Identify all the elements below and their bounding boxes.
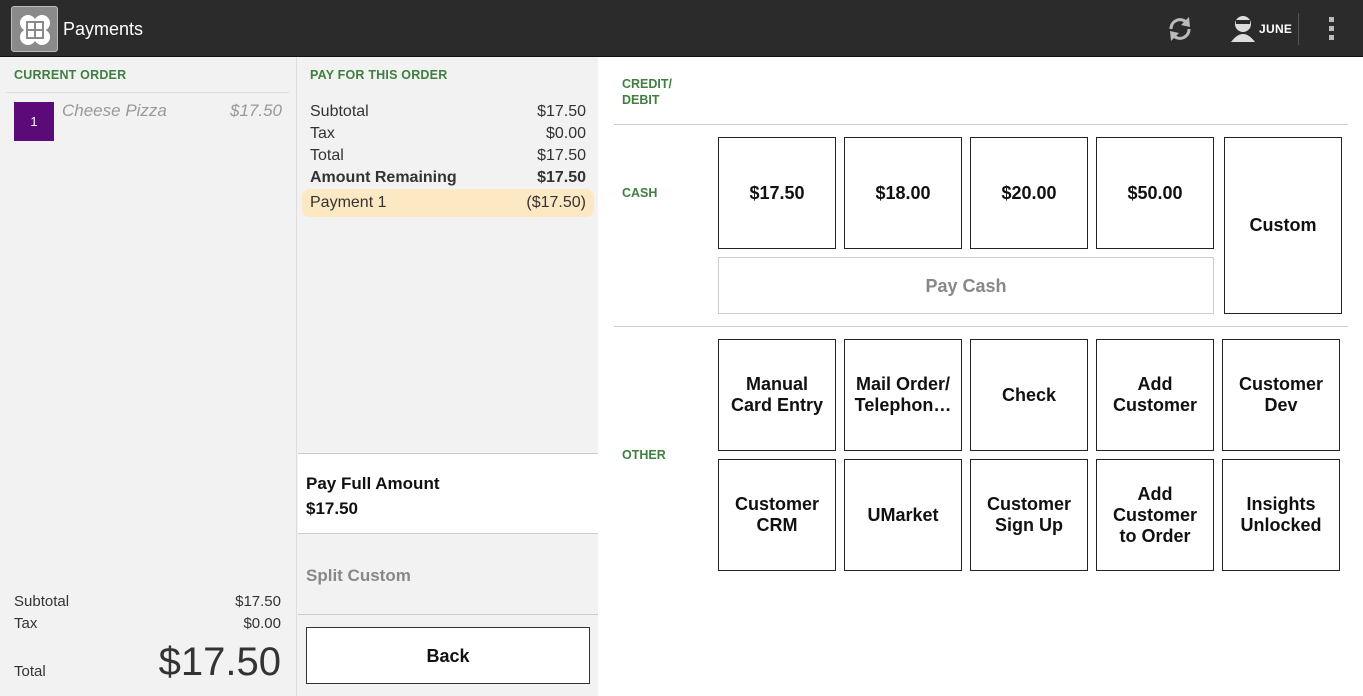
pay-cash-button[interactable]: Pay Cash xyxy=(718,257,1214,314)
insights-unlocked-button[interactable]: Insights Unlocked xyxy=(1222,459,1340,571)
tender-panel: CREDIT/ DEBIT CASH $17.50 $18.00 $20.00 … xyxy=(598,57,1363,696)
total-value: $17.50 xyxy=(537,147,586,164)
user-name[interactable]: JUNE xyxy=(1259,22,1292,36)
subtotal-label: Subtotal xyxy=(310,103,369,120)
page-title: Payments xyxy=(63,19,144,39)
payment-entry-label: Payment 1 xyxy=(310,194,387,211)
pay-for-order-heading: PAY FOR THIS ORDER xyxy=(310,68,448,82)
umarket-button[interactable]: UMarket xyxy=(844,459,962,571)
cash-amount-button-3[interactable]: $20.00 xyxy=(970,137,1088,249)
check-button[interactable]: Check xyxy=(970,339,1088,451)
payment-entry[interactable]: Payment 1 ($17.50) xyxy=(302,189,594,217)
customer-dev-button[interactable]: Customer Dev xyxy=(1222,339,1340,451)
order-tax-value: $0.00 xyxy=(243,615,281,632)
current-order-panel: CURRENT ORDER 1 Cheese Pizza $17.50 Subt… xyxy=(0,57,297,696)
order-total-value: $17.50 xyxy=(158,640,281,684)
divider xyxy=(614,124,1348,125)
order-tax-label: Tax xyxy=(14,615,38,632)
divider xyxy=(614,326,1348,327)
total-label: Total xyxy=(310,147,344,164)
app-logo-icon[interactable] xyxy=(11,6,58,52)
manual-card-entry-button[interactable]: Manual Card Entry xyxy=(718,339,836,451)
split-custom-button[interactable]: Split Custom xyxy=(298,534,598,615)
pay-full-amount-value: $17.50 xyxy=(306,499,358,518)
order-line-item[interactable]: 1 Cheese Pizza $17.50 xyxy=(6,92,289,144)
item-name: Cheese Pizza xyxy=(62,101,167,120)
order-subtotal-label: Subtotal xyxy=(14,593,70,610)
cash-amount-button-2[interactable]: $18.00 xyxy=(844,137,962,249)
amount-remaining-label: Amount Remaining xyxy=(310,169,457,186)
order-subtotal-value: $17.50 xyxy=(235,593,281,610)
refresh-icon[interactable] xyxy=(1166,15,1194,43)
amount-remaining-value: $17.50 xyxy=(537,169,586,186)
pay-for-order-panel: PAY FOR THIS ORDER Subtotal $17.50 Tax $… xyxy=(298,57,598,696)
cash-amount-button-4[interactable]: $50.00 xyxy=(1096,137,1214,249)
custom-cash-button[interactable]: Custom xyxy=(1224,137,1342,314)
customer-sign-up-button[interactable]: Customer Sign Up xyxy=(970,459,1088,571)
cash-heading: CASH xyxy=(622,186,658,200)
tax-label: Tax xyxy=(310,125,335,142)
order-total-label: Total xyxy=(14,663,46,680)
tax-value: $0.00 xyxy=(545,125,586,142)
pay-full-amount-label: Pay Full Amount xyxy=(306,474,440,493)
payment-entry-amount: ($17.50) xyxy=(526,194,586,211)
mail-order-telephone-button[interactable]: Mail Order/ Telephon… xyxy=(844,339,962,451)
customer-crm-button[interactable]: Customer CRM xyxy=(718,459,836,571)
item-quantity-badge: 1 xyxy=(14,102,54,141)
user-icon[interactable] xyxy=(1229,14,1257,44)
cash-amount-button-1[interactable]: $17.50 xyxy=(718,137,836,249)
add-customer-to-order-button[interactable]: Add Customer to Order xyxy=(1096,459,1214,571)
top-divider xyxy=(1298,13,1299,45)
item-price: $17.50 xyxy=(230,101,282,120)
pay-full-amount-button[interactable]: Pay Full Amount $17.50 xyxy=(298,453,598,534)
top-bar: Payments JUNE xyxy=(0,0,1363,57)
credit-debit-heading[interactable]: CREDIT/ DEBIT xyxy=(622,76,672,108)
subtotal-value: $17.50 xyxy=(537,103,586,120)
add-customer-button[interactable]: Add Customer xyxy=(1096,339,1214,451)
current-order-heading: CURRENT ORDER xyxy=(14,68,127,82)
back-button[interactable]: Back xyxy=(306,627,590,684)
other-heading: OTHER xyxy=(622,448,666,462)
more-vert-icon[interactable] xyxy=(1322,15,1342,43)
split-custom-label: Split Custom xyxy=(306,566,411,585)
